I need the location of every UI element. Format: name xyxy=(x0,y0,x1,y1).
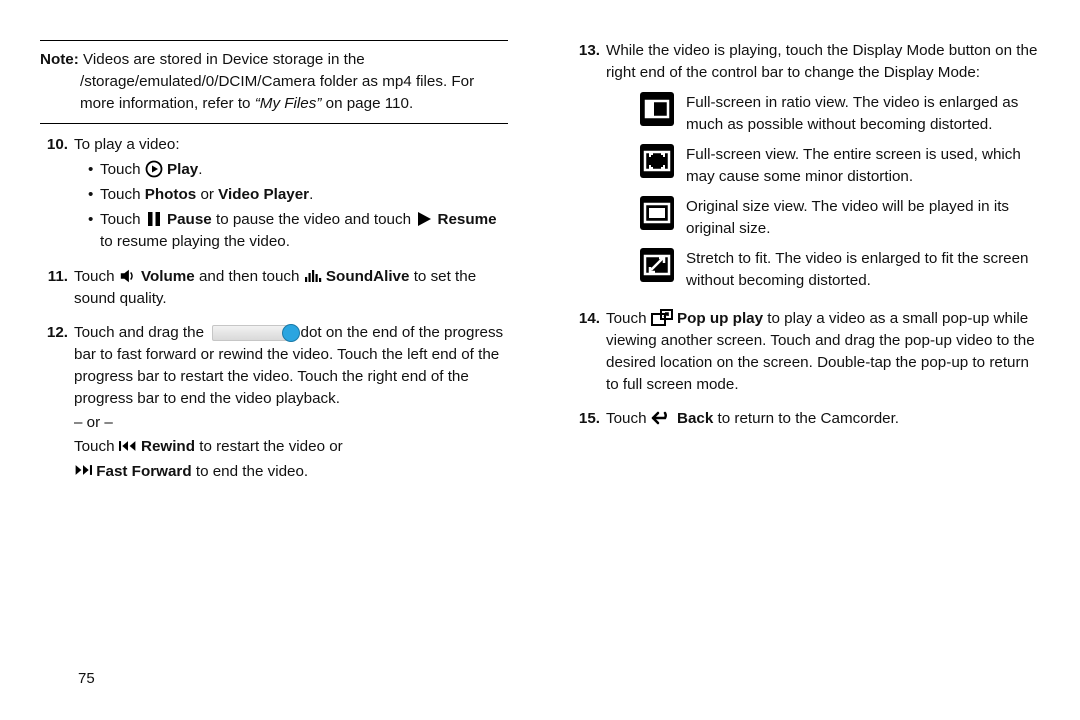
step-10-bullet-pause: Touch Pause to pause the video and touch… xyxy=(88,209,508,253)
fast-forward-icon xyxy=(74,461,92,479)
video-player-label: Video Player xyxy=(218,186,309,203)
play-circle-icon xyxy=(145,160,163,178)
fast-forward-label: Fast Forward xyxy=(96,463,191,480)
step-13: 13. While the video is playing, touch th… xyxy=(572,40,1040,298)
bottom-rule-left xyxy=(40,123,508,124)
step-12-text: Touch and drag the dot on the end of the… xyxy=(74,322,508,410)
note-my-files-link: “My Files” xyxy=(255,95,322,112)
step-10-number: 10. xyxy=(40,134,74,256)
step-10: 10. To play a video: Touch Play. Touch P… xyxy=(40,134,508,256)
step10-b2-pre: Touch xyxy=(100,186,145,203)
fullscreen-icon xyxy=(640,144,674,178)
rewind-icon xyxy=(119,437,137,455)
step-12: 12. Touch and drag the dot on the end of… xyxy=(40,322,508,484)
note-label: Note: xyxy=(40,51,79,68)
volume-label: Volume xyxy=(141,268,195,285)
step-15: 15. Touch Back to return to the Camcorde… xyxy=(572,408,1040,432)
s12-pre: Touch and drag the xyxy=(74,324,208,341)
fullscreen-ratio-icon xyxy=(640,92,674,126)
s15-post: to return to the Camcorder. xyxy=(718,410,900,427)
step10-b3-post: to resume playing the video. xyxy=(100,233,290,250)
volume-icon xyxy=(119,267,137,285)
original-size-icon xyxy=(640,196,674,230)
s15-pre: Touch xyxy=(606,410,651,427)
pause-label: Pause xyxy=(167,211,212,228)
step10-b1-post: . xyxy=(198,161,202,178)
step-15-number: 15. xyxy=(572,408,606,432)
page-number: 75 xyxy=(78,668,95,690)
s12-rw-pre: Touch xyxy=(74,438,119,455)
mode2-text: Full-screen view. The entire screen is u… xyxy=(686,144,1040,188)
photos-label: Photos xyxy=(145,186,196,203)
right-column: 13. While the video is playing, touch th… xyxy=(572,40,1040,432)
or-separator: – or – xyxy=(74,412,508,434)
step-14-number: 14. xyxy=(572,308,606,398)
s11-mid: and then touch xyxy=(199,268,304,285)
stretch-fit-icon xyxy=(640,248,674,282)
step-15-text: Touch Back to return to the Camcorder. xyxy=(606,408,1040,430)
mode1-text: Full-screen in ratio view. The video is … xyxy=(686,92,1040,136)
pop-up-play-label: Pop up play xyxy=(677,310,763,327)
pause-icon xyxy=(145,210,163,228)
step-11-number: 11. xyxy=(40,266,74,312)
s14-pre: Touch xyxy=(606,310,651,327)
s12-rw-post: to restart the video or xyxy=(199,438,343,455)
back-label: Back xyxy=(677,410,713,427)
left-column: Note: Videos are stored in Device storag… xyxy=(40,40,508,485)
step-12-rewind-line: Touch Rewind to restart the video or xyxy=(74,436,508,458)
step10-b3-pre: Touch xyxy=(100,211,145,228)
step10-b1-pre: Touch xyxy=(100,161,145,178)
play-label: Play xyxy=(167,161,198,178)
pop-up-play-icon xyxy=(651,309,673,327)
step-10-bullet-play: Touch Play. xyxy=(88,159,508,181)
resume-play-icon xyxy=(415,210,433,228)
step-12-ff-line: Fast Forward to end the video. xyxy=(74,461,508,483)
step-13-number: 13. xyxy=(572,40,606,298)
step-14: 14. Touch Pop up play to play a video as… xyxy=(572,308,1040,398)
step-10-intro: To play a video: xyxy=(74,134,508,156)
s11-pre: Touch xyxy=(74,268,119,285)
resume-label: Resume xyxy=(437,211,496,228)
step10-b2-mid: or xyxy=(196,186,218,203)
step-11-text: Touch Volume and then touch SoundAlive t… xyxy=(74,266,508,310)
step10-b2-post: . xyxy=(309,186,313,203)
step-10-bullet-photos: Touch Photos or Video Player. xyxy=(88,184,508,206)
back-icon xyxy=(651,410,673,426)
s12-ff-post: to end the video. xyxy=(196,463,308,480)
equalizer-icon xyxy=(304,267,322,285)
display-mode-fullscreen: Full-screen view. The entire screen is u… xyxy=(606,144,1040,188)
progress-slider-icon xyxy=(212,325,292,341)
display-mode-ratio: Full-screen in ratio view. The video is … xyxy=(606,92,1040,136)
note-block: Note: Videos are stored in Device storag… xyxy=(40,49,508,115)
step-11: 11. Touch Volume and then touch SoundAli… xyxy=(40,266,508,312)
top-rule-left xyxy=(40,40,508,41)
step10-b3-mid: to pause the video and touch xyxy=(216,211,415,228)
step-13-text: While the video is playing, touch the Di… xyxy=(606,40,1040,84)
mode4-text: Stretch to fit. The video is enlarged to… xyxy=(686,248,1040,292)
note-text-2: on page 110. xyxy=(326,95,414,112)
rewind-label: Rewind xyxy=(141,438,195,455)
mode3-text: Original size view. The video will be pl… xyxy=(686,196,1040,240)
step-14-text: Touch Pop up play to play a video as a s… xyxy=(606,308,1040,396)
display-mode-stretch: Stretch to fit. The video is enlarged to… xyxy=(606,248,1040,292)
step-12-number: 12. xyxy=(40,322,74,484)
display-mode-original: Original size view. The video will be pl… xyxy=(606,196,1040,240)
soundalive-label: SoundAlive xyxy=(326,268,410,285)
